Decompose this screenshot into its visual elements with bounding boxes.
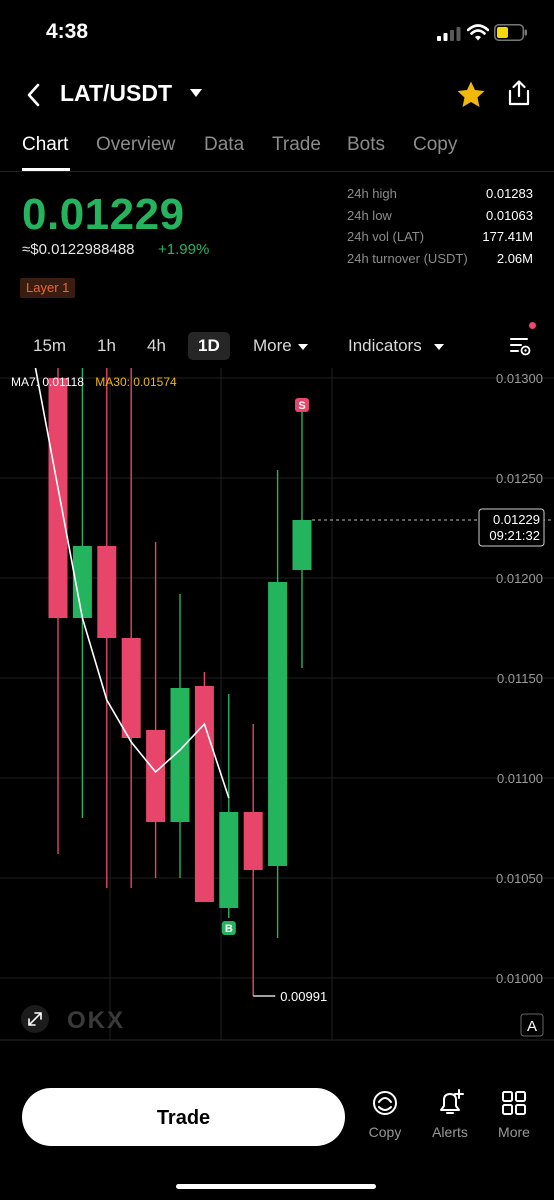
- auto-scale-button[interactable]: A: [520, 1013, 544, 1037]
- bell-plus-icon: [440, 1089, 464, 1114]
- svg-text:A: A: [527, 1018, 537, 1035]
- candle-body: [121, 638, 141, 738]
- interval-1h[interactable]: 1h: [97, 336, 116, 356]
- y-tick-label: 0.01050: [496, 871, 543, 886]
- stat-label: 24h high: [347, 186, 397, 201]
- stat-value: 177.41M: [482, 229, 533, 244]
- last-price: 0.01229: [22, 190, 185, 239]
- status-time: 4:38: [46, 20, 89, 43]
- interval-1d[interactable]: 1D: [188, 332, 230, 360]
- pair-dropdown-caret-icon[interactable]: [189, 88, 203, 98]
- y-tick-label: 0.01200: [496, 571, 543, 586]
- interval-more-dropdown[interactable]: More: [253, 336, 308, 356]
- chevron-down-icon: [433, 343, 444, 350]
- stat-24h-high: 24h high 0.01283: [347, 186, 533, 208]
- nav-copy[interactable]: Copy: [355, 1088, 415, 1140]
- low-price-label: 0.00991: [280, 989, 327, 1004]
- ma7-label: MA7: 0.01118: [11, 375, 84, 389]
- candlestick-chart[interactable]: 0.01300 0.01250 0.01200 0.01150 0.01100 0.010…: [0, 368, 554, 1048]
- y-tick-label: 0.01000: [496, 971, 543, 986]
- interval-bar: 15m 1h 4h 1D More Indicators: [0, 326, 554, 366]
- trade-button[interactable]: Trade: [22, 1088, 345, 1146]
- chart-settings-icon[interactable]: [508, 334, 532, 358]
- candle-body: [194, 686, 214, 902]
- nav-more[interactable]: More: [484, 1088, 544, 1140]
- last-price-label: 0.01229: [493, 512, 540, 527]
- interval-more-label: More: [253, 336, 292, 355]
- candle-body: [97, 546, 117, 638]
- okx-watermark: OKX: [67, 1007, 125, 1034]
- copy-trade-icon: [373, 1091, 397, 1115]
- pair-title[interactable]: LAT/USDT: [60, 80, 172, 107]
- tab-bots[interactable]: Bots: [347, 134, 385, 156]
- nav-alerts-label: Alerts: [432, 1124, 468, 1140]
- indicators-dropdown[interactable]: Indicators: [348, 336, 444, 356]
- interval-15m[interactable]: 15m: [33, 336, 66, 356]
- y-tick-label: 0.01150: [497, 671, 543, 686]
- nav-copy-label: Copy: [368, 1124, 402, 1140]
- notification-dot: [529, 322, 536, 329]
- stat-value: 0.01063: [486, 207, 533, 223]
- y-tick-label: 0.01250: [496, 471, 543, 486]
- stat-24h-turnover: 24h turnover (USDT) 2.06M: [347, 251, 533, 273]
- wifi-icon: [467, 24, 489, 41]
- candle-body: [146, 730, 166, 822]
- candle-body: [268, 582, 288, 866]
- signal-marker-label: B: [225, 923, 233, 935]
- tab-bar: Chart Overview Data Trade Bots Copy: [0, 134, 554, 174]
- share-icon[interactable]: [506, 79, 532, 107]
- stat-label: 24h vol (LAT): [347, 229, 425, 244]
- candles: [48, 368, 312, 996]
- price-change-percent: +1.99%: [158, 241, 210, 258]
- candle-body: [48, 378, 68, 618]
- tab-trade[interactable]: Trade: [272, 134, 321, 156]
- stat-value: 2.06M: [496, 250, 533, 266]
- stat-24h-low: 24h low 0.01063: [347, 208, 533, 230]
- cellular-signal-icon: [437, 27, 461, 41]
- ma-legend: MA7: 0.01118 MA30: 0.01574: [11, 375, 177, 389]
- signal-marker-label: S: [298, 400, 305, 412]
- tab-data[interactable]: Data: [204, 134, 244, 156]
- favorite-star-icon[interactable]: [456, 80, 486, 108]
- stat-label: 24h turnover (USDT): [347, 250, 468, 266]
- tab-copy[interactable]: Copy: [413, 134, 457, 156]
- category-tag[interactable]: Layer 1: [20, 278, 76, 298]
- tab-overview[interactable]: Overview: [96, 134, 175, 156]
- indicators-label: Indicators: [348, 336, 422, 355]
- price-usd-approx: ≈$0.0122988488: [22, 241, 135, 258]
- candle-body: [219, 812, 239, 908]
- ma30-label: MA30: 0.01574: [95, 375, 177, 389]
- stat-24h-vol: 24h vol (LAT) 177.41M: [347, 229, 533, 251]
- stat-label: 24h low: [347, 207, 392, 223]
- stats-panel: 24h high 0.01283 24h low 0.01063 24h vol…: [347, 186, 533, 272]
- candle-body: [292, 520, 312, 570]
- tab-chart[interactable]: Chart: [22, 134, 68, 156]
- back-arrow-icon[interactable]: [22, 80, 46, 110]
- battery-icon: [494, 24, 527, 41]
- candle-body: [243, 812, 263, 870]
- home-indicator: [176, 1184, 376, 1189]
- expand-icon[interactable]: [21, 1005, 49, 1033]
- y-tick-label: 0.01300: [496, 371, 543, 386]
- divider: [0, 171, 554, 172]
- interval-4h[interactable]: 4h: [147, 336, 166, 356]
- nav-more-label: More: [498, 1124, 530, 1140]
- chevron-down-icon: [297, 343, 308, 350]
- y-tick-label: 0.01100: [497, 771, 543, 786]
- grid-menu-icon: [502, 1091, 526, 1115]
- nav-alerts[interactable]: Alerts: [420, 1088, 480, 1140]
- countdown-label: 09:21:32: [489, 528, 540, 543]
- stat-value: 0.01283: [486, 186, 533, 201]
